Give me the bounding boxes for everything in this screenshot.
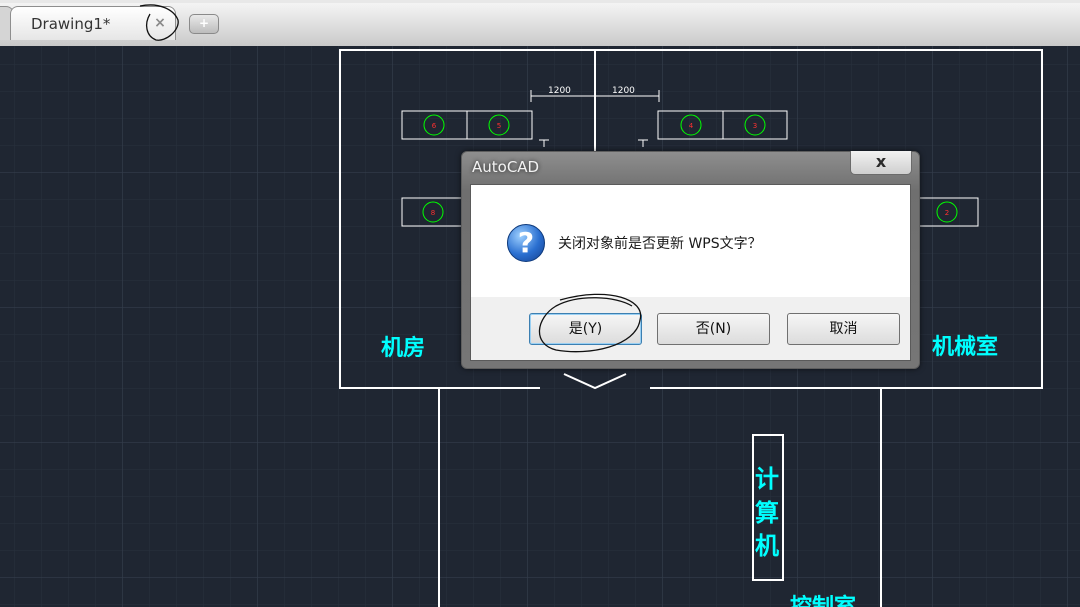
question-icon: ?	[507, 224, 545, 262]
vertical-label-char: 计	[755, 465, 779, 493]
tab-label: Drawing1*	[31, 15, 111, 33]
dialog-message: 关闭对象前是否更新 WPS文字？	[558, 236, 762, 252]
room-label-bottom: 控制室	[790, 594, 856, 607]
circle-label: 5	[497, 122, 501, 130]
circle-label: 4	[689, 122, 694, 130]
autocad-dialog: AutoCAD x ? 关闭对象前是否更新 WPS文字？ 是(Y) 否(N) 取…	[461, 151, 920, 369]
room-label-right: 机械室	[932, 334, 998, 360]
dialog-message-area: ? 关闭对象前是否更新 WPS文字？	[471, 185, 910, 297]
dialog-title: AutoCAD	[472, 158, 540, 176]
new-tab-button[interactable]: +	[189, 14, 219, 34]
document-tab-bar: Drawing1* × +	[0, 0, 1080, 47]
dialog-body: ? 关闭对象前是否更新 WPS文字？ 是(Y) 否(N) 取消	[470, 184, 911, 361]
dimension-left: 1200	[548, 86, 571, 96]
circle-label: 3	[753, 122, 757, 130]
cancel-button[interactable]: 取消	[787, 313, 900, 345]
window-top-edge	[0, 0, 1080, 3]
vertical-label-char: 机	[755, 532, 779, 560]
tab-drawing1[interactable]: Drawing1* ×	[10, 6, 176, 40]
circle-label: 2	[945, 209, 949, 217]
no-button[interactable]: 否(N)	[657, 313, 770, 345]
circle-label: 6	[432, 122, 437, 130]
tab-close-icon[interactable]: ×	[149, 12, 171, 34]
yes-button[interactable]: 是(Y)	[529, 313, 642, 345]
room-label-left: 机房	[381, 335, 425, 361]
dimension-right: 1200	[612, 86, 635, 96]
vertical-label-char: 算	[755, 499, 779, 527]
circle-label: 8	[431, 209, 435, 217]
close-icon[interactable]: x	[850, 151, 912, 175]
